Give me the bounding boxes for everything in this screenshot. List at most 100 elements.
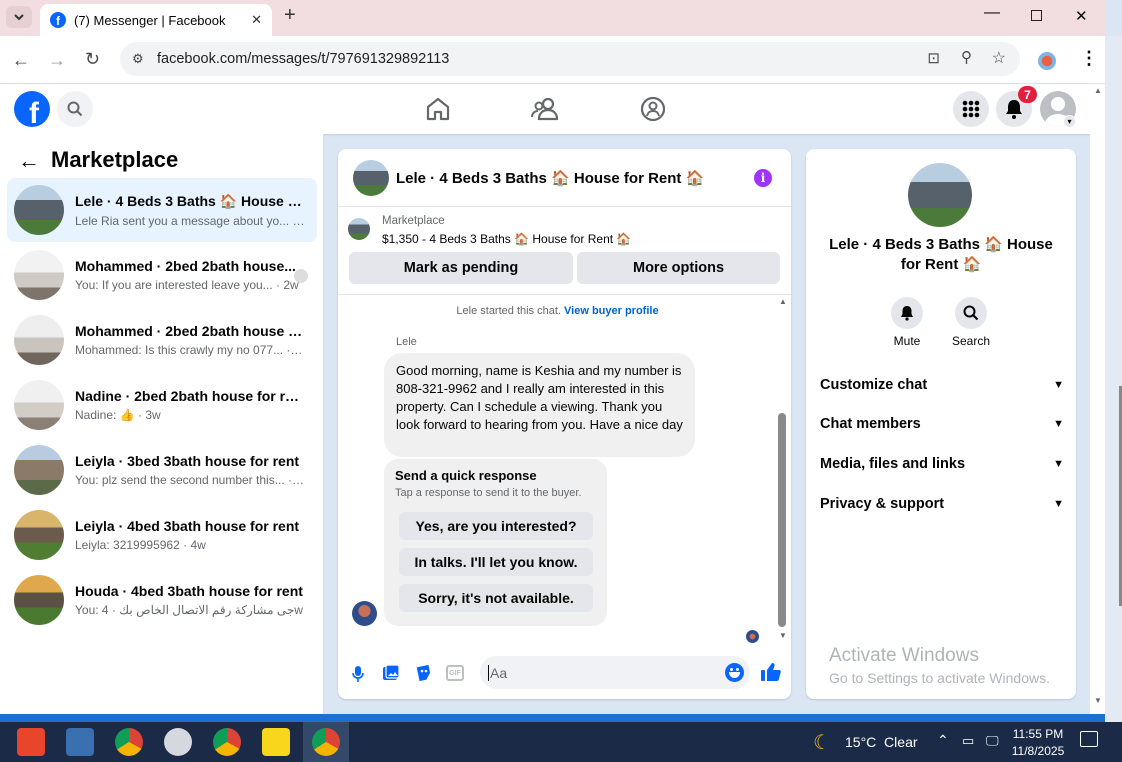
reload-icon[interactable]: ↻	[85, 49, 100, 70]
quick-response-subtitle: Tap a response to send it to the buyer.	[395, 487, 582, 499]
app-icon-anydesk[interactable]	[17, 728, 45, 756]
mute-button[interactable]	[891, 297, 923, 329]
home-nav-button[interactable]	[424, 96, 452, 127]
attach-photo-button[interactable]	[382, 664, 400, 687]
mark-pending-button[interactable]: Mark as pending	[349, 252, 573, 284]
notification-center-icon[interactable]	[1080, 731, 1098, 747]
browser-tab[interactable]: f (7) Messenger | Facebook ✕	[40, 4, 272, 36]
listing-description[interactable]: $1,350 - 4 Beds 3 Baths 🏠 House for Rent…	[382, 232, 631, 246]
like-button[interactable]	[760, 661, 782, 688]
sticky-notes-icon[interactable]	[262, 728, 290, 756]
install-app-icon[interactable]: ⊡	[927, 49, 940, 67]
groups-nav-button[interactable]	[640, 96, 666, 127]
chrome-icon[interactable]	[115, 728, 143, 756]
facebook-logo[interactable]: f	[14, 91, 50, 127]
facebook-favicon-icon: f	[50, 12, 66, 28]
quick-response-not-available[interactable]: Sorry, it's not available.	[399, 584, 593, 612]
more-options-button[interactable]: More options	[577, 252, 780, 284]
conversation-preview: Leiyla: 3219995962	[75, 538, 180, 552]
conversation-title: Mohammed · 2bed 2bath house...	[75, 258, 296, 274]
page-scrollbar[interactable]: ▲ ▼	[1090, 84, 1105, 714]
emoji-icon[interactable]	[725, 663, 744, 682]
app-icon-paint[interactable]	[164, 728, 192, 756]
conversation-item[interactable]: Leiyla · 4bed 3bath house for rent Leiyla…	[7, 503, 317, 567]
listing-thumbnail	[14, 575, 64, 625]
tab-close-icon[interactable]: ✕	[251, 12, 262, 28]
sticker-button[interactable]	[415, 664, 433, 687]
chrome-active-icon[interactable]	[312, 728, 340, 756]
account-chevron-icon[interactable]: ▾	[1063, 115, 1076, 128]
quick-response-in-talks[interactable]: In talks. I'll let you know.	[399, 548, 593, 576]
conversation-item[interactable]: Mohammed · 2bed 2bath house fo... Mohamme…	[7, 308, 317, 372]
chevron-down-icon: ▼	[1053, 498, 1064, 510]
conversation-item[interactable]: Mohammed · 2bed 2bath house... You: If yo…	[7, 243, 317, 307]
search-chat-button[interactable]	[955, 297, 987, 329]
conversation-title: Mohammed · 2bed 2bath house fo...	[75, 323, 305, 339]
url-field[interactable]: ⚙ facebook.com/messages/t/79769132989211…	[120, 42, 1020, 76]
show-hidden-icons[interactable]: ⌃	[937, 732, 949, 749]
section-label: Customize chat	[820, 377, 928, 393]
minimize-button[interactable]: —	[984, 4, 1000, 22]
forward-arrow-icon[interactable]: →	[48, 50, 66, 71]
bell-icon	[901, 306, 913, 321]
listing-thumbnail	[14, 380, 64, 430]
chat-title[interactable]: Lele · 4 Beds 3 Baths 🏠 House for Rent 🏠	[396, 169, 704, 187]
back-button[interactable]: ←	[18, 148, 40, 174]
section-customize-chat[interactable]: Customize chat ▼	[820, 377, 1064, 393]
message-input-placeholder: Aa	[488, 665, 508, 681]
clock-date[interactable]: 11/8/2025	[1008, 744, 1068, 758]
search-icon	[67, 101, 83, 117]
section-media-files[interactable]: Media, files and links ▼	[820, 456, 1064, 472]
gif-icon[interactable]: GIF	[446, 665, 464, 681]
back-arrow-icon[interactable]: ←	[12, 50, 30, 71]
conversation-title: Houda · 4bed 3bath house for rent	[75, 583, 303, 599]
conversation-item[interactable]: Houda · 4bed 3bath house for rent You: جى…	[7, 568, 317, 632]
listing-thumbnail	[14, 445, 64, 495]
voice-clip-button[interactable]	[352, 665, 364, 688]
listing-source: Marketplace	[382, 215, 445, 227]
chrome-profile-icon[interactable]	[213, 728, 241, 756]
chat-avatar[interactable]	[353, 160, 389, 196]
groups-icon	[640, 96, 666, 122]
activation-watermark-subtitle: Go to Settings to activate Windows.	[829, 670, 1050, 686]
message-bubble[interactable]: Good morning, name is Keshia and my numb…	[384, 353, 695, 457]
friends-icon	[531, 97, 559, 121]
view-buyer-profile-link[interactable]: View buyer profile	[564, 305, 659, 317]
conversation-item[interactable]: Leiyla · 3bed 3bath house for rent You: p…	[7, 438, 317, 502]
conversation-item[interactable]: Nadine · 2bed 2bath house for rent Nadine…	[7, 373, 317, 437]
sender-avatar[interactable]	[352, 601, 377, 626]
conversation-title: Nadine · 2bed 2bath house for rent	[75, 388, 305, 404]
weather-text[interactable]: 15°C Clear	[845, 734, 918, 750]
message-input[interactable]: Aa	[480, 656, 750, 689]
tab-search-button[interactable]	[6, 6, 32, 28]
network-icon[interactable]: ▭	[962, 733, 974, 749]
chat-scrollbar[interactable]: ▲ ▼	[777, 297, 789, 640]
bookmark-star-icon[interactable]: ☆	[992, 48, 1006, 68]
listing-thumbnail	[14, 510, 64, 560]
listing-title: Lele · 4 Beds 3 Baths 🏠 House for Rent 🏠	[829, 236, 1053, 273]
zoom-icon[interactable]: ⚲	[961, 48, 972, 66]
close-window-button[interactable]: ✕	[1075, 7, 1088, 25]
section-label: Chat members	[820, 416, 921, 432]
search-button[interactable]	[57, 91, 93, 127]
display-icon[interactable]: 🖵	[986, 733, 999, 749]
new-tab-button[interactable]: +	[284, 4, 296, 27]
conversation-item[interactable]: Lele · 4 Beds 3 Baths 🏠 House for ... Lel…	[7, 178, 317, 242]
bell-icon	[1006, 100, 1022, 119]
browser-menu-icon[interactable]: ⋮	[1080, 48, 1098, 69]
info-icon[interactable]: i	[754, 169, 772, 187]
menu-button[interactable]	[953, 91, 989, 127]
listing-photo[interactable]	[908, 163, 972, 227]
section-chat-members[interactable]: Chat members ▼	[820, 416, 1064, 432]
message-text: Good morning, name is Keshia and my numb…	[396, 363, 683, 432]
extension-icon[interactable]	[1038, 52, 1056, 70]
friends-nav-button[interactable]	[530, 96, 560, 127]
calculator-icon[interactable]	[66, 728, 94, 756]
maximize-button[interactable]	[1031, 10, 1042, 21]
listing-thumbnail	[14, 185, 64, 235]
chevron-down-icon	[14, 13, 24, 20]
quick-response-yes[interactable]: Yes, are you interested?	[399, 512, 593, 540]
section-privacy-support[interactable]: Privacy & support ▼	[820, 496, 1064, 512]
clock-time[interactable]: 11:55 PM	[1008, 727, 1068, 741]
site-info-icon[interactable]: ⚙	[132, 51, 144, 67]
